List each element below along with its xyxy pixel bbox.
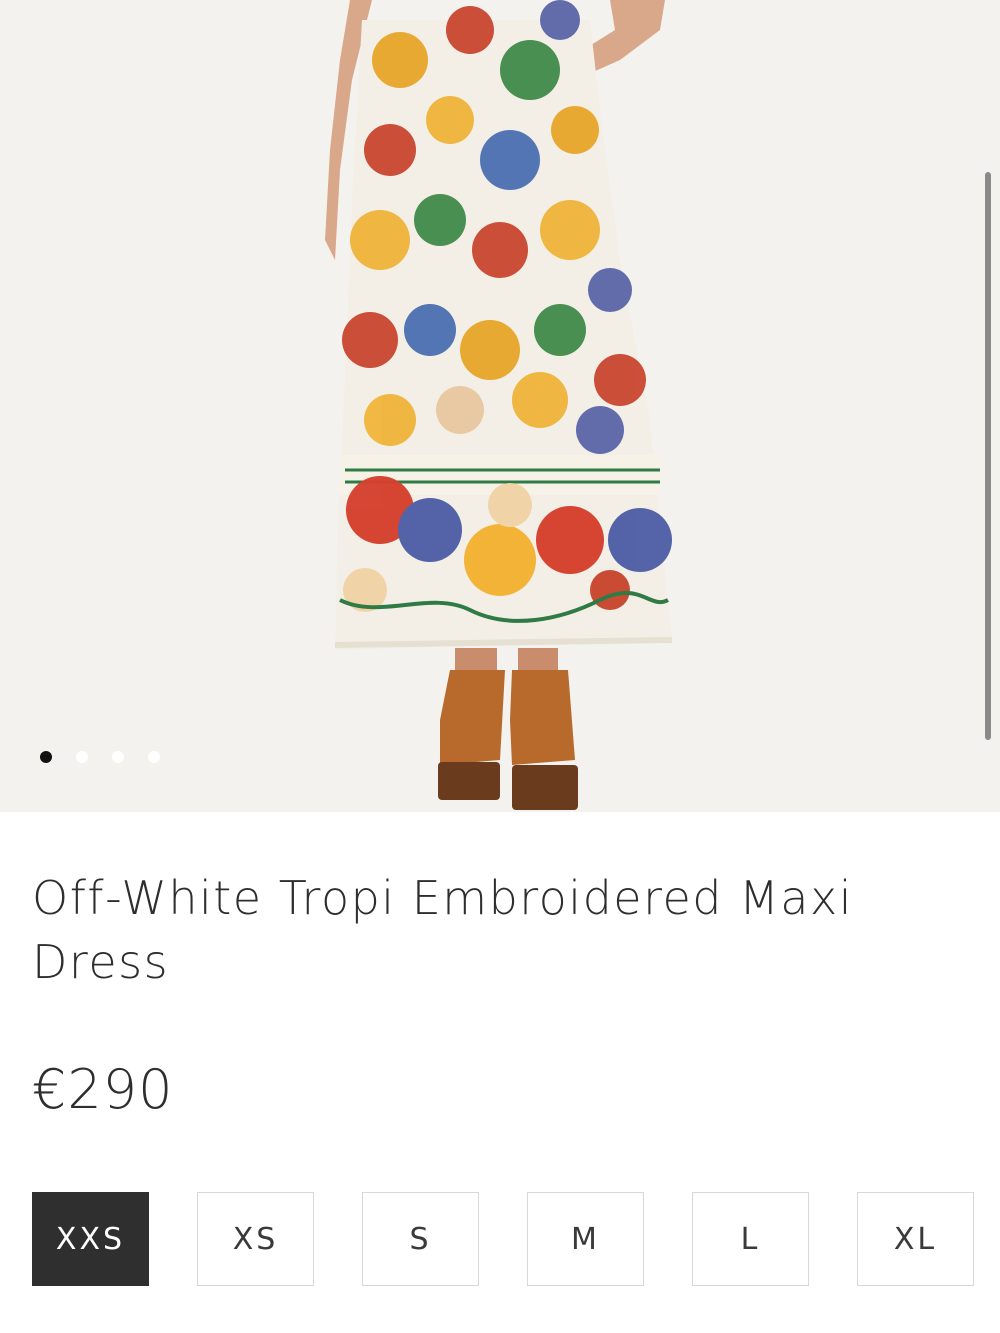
product-image-gallery[interactable] xyxy=(0,0,1000,812)
size-option-xl[interactable]: XL xyxy=(857,1192,974,1286)
size-option-s[interactable]: S xyxy=(362,1192,479,1286)
size-selector: XXS XS S M L XL xyxy=(32,1192,974,1286)
size-option-xxs[interactable]: XXS xyxy=(32,1192,149,1286)
gallery-dot-3[interactable] xyxy=(112,751,124,763)
gallery-dot-1[interactable] xyxy=(40,751,52,763)
gallery-dot-4[interactable] xyxy=(148,751,160,763)
size-option-xs[interactable]: XS xyxy=(197,1192,314,1286)
product-price: €290 xyxy=(32,1058,174,1121)
product-title: Off-White Tropi Embroidered Maxi Dress xyxy=(32,871,853,989)
product-photo xyxy=(0,0,1000,812)
product-page: Off-White Tropi Embroidered Maxi Dress €… xyxy=(0,0,1000,1333)
gallery-pagination xyxy=(40,751,160,763)
size-option-m[interactable]: M xyxy=(527,1192,644,1286)
scrollbar[interactable] xyxy=(985,172,991,740)
gallery-dot-2[interactable] xyxy=(76,751,88,763)
size-option-l[interactable]: L xyxy=(692,1192,809,1286)
